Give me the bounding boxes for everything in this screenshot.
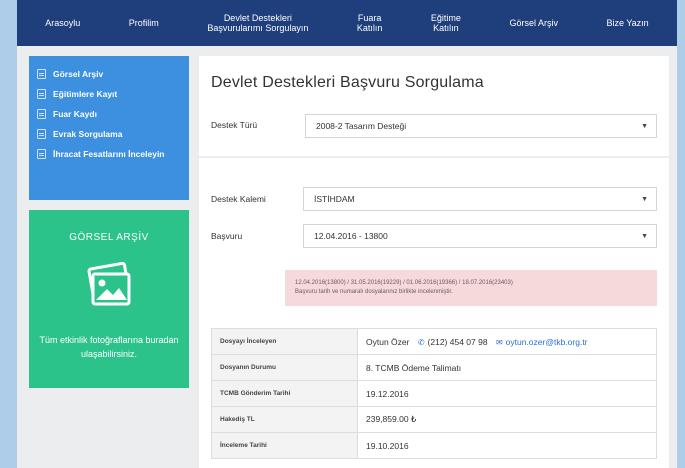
alert-message: Başvuru tarih ve numaralı dosyalarınız b… [295,288,453,295]
row-key: TCMB Gönderim Tarihi [211,380,358,407]
caret-down-icon: ▼ [641,233,648,240]
document-icon [37,109,46,119]
alert-application-list: 12.04.2016(13800) / 31.05.2016(19229) / … [295,280,513,286]
row-value: 19.12.2016 [357,380,657,407]
support-type-value: 2008-2 Tasarım Desteği [316,121,407,131]
sidebar-item-label: Evrak Sorgulama [53,129,123,139]
nav-item-home[interactable]: Arasoylu [45,18,80,28]
nav-item-training[interactable]: Eğitime Katılın [431,13,461,34]
phone-icon: ✆ [417,337,425,347]
sidebar-item-fair-registration[interactable]: Fuar Kaydı [37,104,189,124]
row-key: Dosyayı İnceleyen [211,328,358,355]
row-value: 8. TCMB Ödeme Talimatı [357,354,657,381]
document-icon [37,149,46,159]
gallery-promo-card[interactable]: GÖRSEL ARŞİV Tüm etkinlik fotoğraflarına… [29,210,189,388]
document-icon [37,89,46,99]
caret-down-icon: ▼ [641,196,648,203]
reviewer-name: Oytun Özer [366,336,410,347]
reviewer-contact: Oytun Özer ✆ (212) 454 07 98 ✉ oytun.ozer@… [357,328,657,355]
image-icon [37,69,46,79]
sidebar-item-label: Görsel Arşiv [53,69,104,79]
sidebar-item-label: Fuar Kaydı [53,109,97,119]
nav-item-fair[interactable]: Fuara Katılın [357,13,383,34]
application-select[interactable]: 12.04.2016 - 13800 ▼ [303,224,657,248]
support-item-value: İSTİHDAM [314,194,355,204]
sidebar-item-gallery[interactable]: Görsel Arşiv [37,64,189,84]
row-key: İnceleme Tarihi [211,432,358,459]
page-title: Devlet Destekleri Başvuru Sorgulama [211,74,484,91]
gallery-description: Tüm etkinlik fotoğraflarına buradan ulaş… [39,335,179,359]
nav-item-profile[interactable]: Profilim [129,18,159,28]
table-row: TCMB Gönderim Tarihi 19.12.2016 [211,380,657,407]
table-row: Dosyanın Durumu 8. TCMB Ödeme Talimatı [211,354,657,381]
email-icon: ✉ [495,337,503,347]
support-item-label: Destek Kalemi [211,194,266,204]
application-value: 12.04.2016 - 13800 [314,231,388,241]
sidebar-item-training-registration[interactable]: Eğitimlere Kayıt [37,84,189,104]
row-value: 239,859.00 ₺ [357,406,657,433]
info-alert: 12.04.2016(13800) / 31.05.2016(19229) / … [285,270,657,306]
query-details-card: Destek Kalemi İSTİHDAM ▼ Başvuru 12.04.2… [199,158,669,468]
nav-item-state-support[interactable]: Devlet Destekleri Başvurularımı Sorgulay… [207,13,308,34]
reviewer-phone: (212) 454 07 98 [427,336,488,347]
support-item-select[interactable]: İSTİHDAM ▼ [303,187,657,211]
content-area: Görsel Arşiv Eğitimlere Kayıt Fuar Kaydı… [17,46,677,468]
support-type-label: Destek Türü [211,120,258,130]
photo-gallery-icon [87,262,131,306]
query-header-card: Devlet Destekleri Başvuru Sorgulama Dest… [199,56,669,156]
application-details-table: Dosyayı İnceleyen Oytun Özer ✆ (212) 454 … [211,328,657,459]
nav-item-contact[interactable]: Bize Yazın [606,18,648,28]
caret-down-icon: ▼ [641,123,648,130]
table-row: Dosyayı İnceleyen Oytun Özer ✆ (212) 454 … [211,328,657,355]
sidebar-menu: Görsel Arşiv Eğitimlere Kayıt Fuar Kaydı… [29,56,189,200]
nav-item-gallery[interactable]: Görsel Arşiv [509,18,558,28]
support-type-select[interactable]: 2008-2 Tasarım Desteği ▼ [305,114,657,138]
reviewer-email-link[interactable]: oytun.ozer@tkb.org.tr [506,337,588,347]
table-row: Hakediş TL 239,859.00 ₺ [211,406,657,433]
application-label: Başvuru [211,231,243,241]
sidebar-item-label: İhracat Fesatlarını İnceleyin [53,149,165,159]
gallery-title: GÖRSEL ARŞİV [69,232,149,243]
top-navigation: Arasoylu Profilim Devlet Destekleri Başv… [17,0,677,46]
table-row: İnceleme Tarihi 19.10.2016 [211,432,657,459]
row-key: Hakediş TL [211,406,358,433]
sidebar-item-label: Eğitimlere Kayıt [53,89,118,99]
row-key: Dosyanın Durumu [211,354,358,381]
document-icon [37,129,46,139]
browser-frame: Arasoylu Profilim Devlet Destekleri Başv… [17,0,677,468]
sidebar-item-document-query[interactable]: Evrak Sorgulama [37,124,189,144]
sidebar-item-export-review[interactable]: İhracat Fesatlarını İnceleyin [37,144,189,164]
row-value: 19.10.2016 [357,432,657,459]
